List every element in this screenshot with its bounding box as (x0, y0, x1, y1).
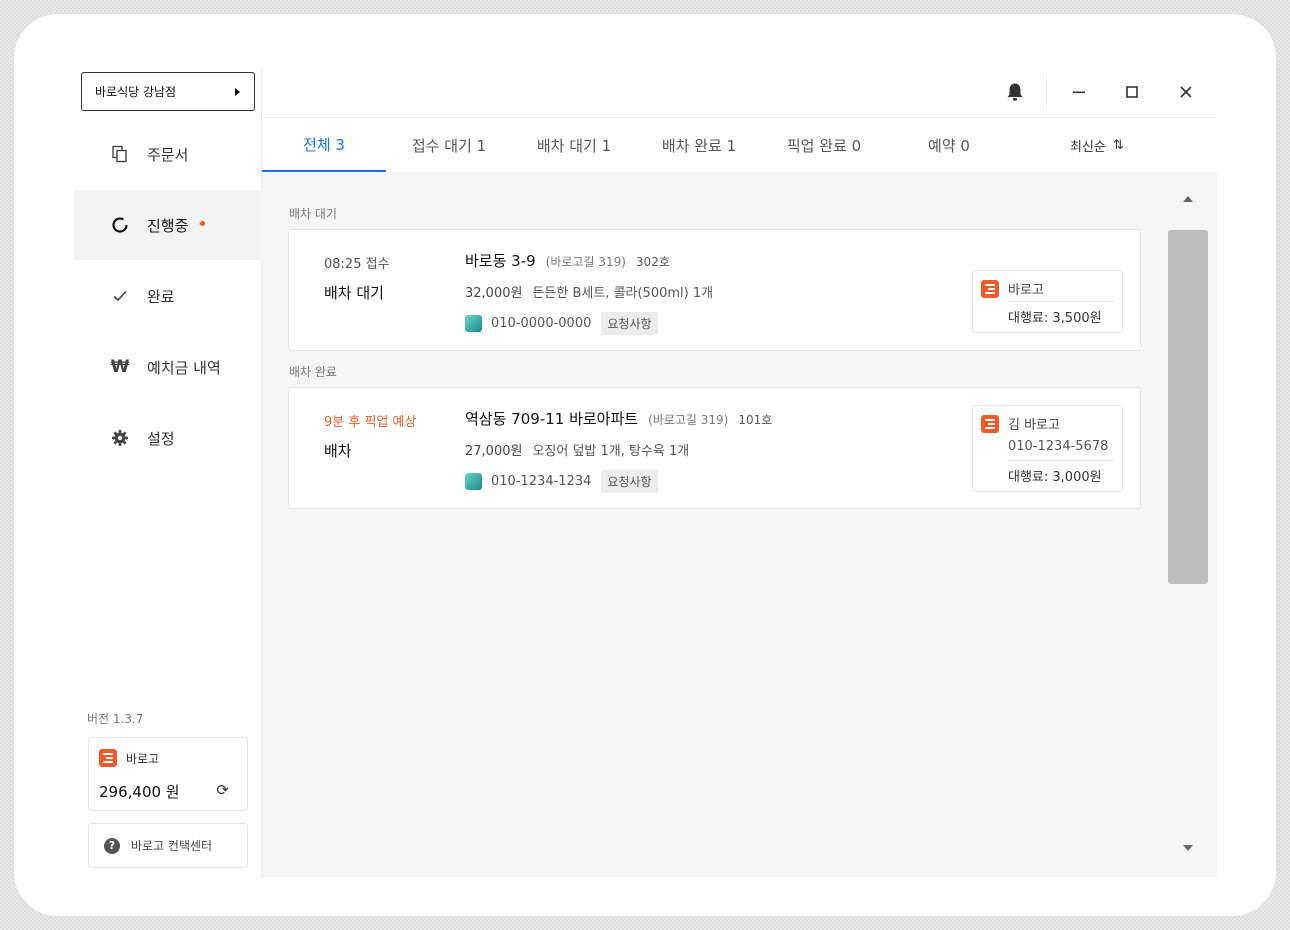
request-badge[interactable]: 요청사항 (601, 470, 658, 493)
won-icon: ₩ (110, 357, 130, 377)
order-card[interactable]: 08:25 접수 배차 대기 바로동 3-9 (바로고길 319) 302호 3… (288, 229, 1141, 351)
address-road: (바로고길 319) (648, 413, 729, 427)
order-items: 32,000원 든든한 B세트, 콜라(500ml) 1개 (465, 282, 713, 301)
rider-box: 바로고 대행료: 3,500원 (972, 270, 1123, 333)
version-label: 버전 1.3.7 (87, 712, 144, 726)
tab-dispatched[interactable]: 배차 완료 1 (637, 118, 761, 172)
order-card[interactable]: 9분 후 픽업 예상 배차 역삼동 709-11 바로아파트 (바로고길 319… (288, 387, 1141, 509)
rider-name: 김 바로고 (1008, 418, 1060, 433)
bell-icon[interactable] (995, 66, 1035, 118)
divider (1008, 301, 1114, 302)
order-price: 27,000원 (465, 444, 523, 459)
gear-icon (110, 428, 130, 448)
sort-label: 최신순 (1070, 139, 1106, 155)
address-road: (바로고길 319) (545, 255, 626, 269)
sidebar-item-label: 설정 (147, 429, 175, 448)
close-icon[interactable] (1166, 66, 1206, 118)
store-name: 바로식당 강남점 (95, 85, 177, 99)
caret-right-icon (235, 87, 240, 96)
barogo-logo-icon (981, 414, 999, 433)
section-title: 배차 완료 (289, 365, 337, 379)
order-address: 바로동 3-9 (바로고길 319) 302호 (465, 250, 670, 271)
barogo-logo-icon (981, 279, 999, 298)
divider (1008, 460, 1114, 461)
progress-icon (110, 215, 130, 235)
scroll-up-arrow[interactable] (1183, 196, 1193, 202)
sidebar-item-orders[interactable]: 주문서 (74, 119, 262, 189)
delivery-fee: 대행료: 3,500원 (1008, 311, 1102, 326)
order-address: 역삼동 709-11 바로아파트 (바로고길 319) 101호 (465, 408, 772, 429)
notification-dot (200, 221, 206, 226)
title-separator (1046, 74, 1047, 110)
address-main: 바로동 3-9 (465, 252, 536, 270)
delivery-fee: 대행료: 3,000원 (1008, 470, 1102, 485)
address-unit: 302호 (635, 255, 670, 269)
customer-phone: 010-0000-0000 (491, 316, 592, 331)
rider-phone: 010-1234-5678 (1008, 439, 1109, 454)
wallet-balance: 296,400 원 (99, 783, 180, 801)
status-tabs: 전체 3 접수 대기 1 배차 대기 1 배차 완료 1 픽업 완료 0 예약 … (262, 118, 1217, 172)
address-main: 역삼동 709-11 바로아파트 (465, 410, 639, 428)
wallet-brand: 바로고 (99, 749, 159, 767)
request-badge[interactable]: 요청사항 (601, 312, 658, 335)
maximize-icon[interactable] (1112, 66, 1152, 118)
support-button[interactable]: ? 바로고 컨택센터 (88, 823, 248, 868)
refresh-icon[interactable]: ⟳ (216, 781, 229, 799)
order-time: 08:25 접수 (324, 257, 390, 272)
rider-name: 바로고 (1008, 283, 1044, 298)
sidebar-item-completed[interactable]: 완료 (74, 261, 262, 331)
tab-all[interactable]: 전체 3 (262, 118, 386, 172)
sidebar-item-deposit[interactable]: ₩ 예치금 내역 (74, 332, 262, 402)
minimize-icon[interactable] (1059, 66, 1099, 118)
check-icon (110, 286, 130, 306)
sidebar-item-label: 예치금 내역 (147, 358, 221, 377)
rider-name-row: 김 바로고 (981, 414, 1060, 433)
sort-icon: ⇅ (1112, 137, 1124, 153)
order-status: 배차 (324, 442, 352, 460)
wallet-card: 바로고 296,400 원 ⟳ (88, 737, 248, 811)
sidebar-item-in-progress[interactable]: 진행중 (74, 190, 262, 260)
sidebar-item-label: 완료 (147, 287, 175, 306)
barogo-logo-icon (99, 749, 117, 767)
order-time: 9분 후 픽업 예상 (324, 415, 417, 430)
order-items: 27,000원 오징어 덮밥 1개, 탕수육 1개 (465, 440, 689, 459)
order-menu: 든든한 B세트, 콜라(500ml) 1개 (532, 286, 714, 301)
sidebar-item-settings[interactable]: 설정 (74, 403, 262, 473)
section-title: 배차 대기 (289, 207, 337, 221)
title-bar (262, 66, 1217, 118)
scrollbar-thumb[interactable] (1168, 230, 1208, 584)
tab-reserved[interactable]: 예약 0 (887, 118, 1011, 172)
customer-phone: 010-1234-1234 (491, 474, 592, 489)
sidebar-item-label: 주문서 (147, 145, 189, 164)
order-price: 32,000원 (465, 286, 523, 301)
order-list[interactable]: 배차 대기 08:25 접수 배차 대기 바로동 3-9 (바로고길 319) … (262, 172, 1217, 878)
support-label: 바로고 컨택센터 (131, 839, 213, 853)
wallet-brand-label: 바로고 (126, 751, 160, 766)
rider-name-row: 바로고 (981, 279, 1044, 298)
customer-contact: 010-0000-0000 요청사항 (465, 312, 658, 335)
tab-picked-up[interactable]: 픽업 완료 0 (762, 118, 886, 172)
order-app-icon (465, 315, 482, 332)
sidebar-item-label: 진행중 (147, 216, 189, 235)
tab-dispatch-waiting[interactable]: 배차 대기 1 (512, 118, 636, 172)
order-app-icon (465, 473, 482, 490)
copy-icon (110, 144, 130, 164)
store-selector[interactable]: 바로식당 강남점 (81, 72, 255, 111)
scroll-down-arrow[interactable] (1183, 845, 1193, 851)
order-status: 배차 대기 (324, 284, 384, 302)
address-unit: 101호 (738, 413, 773, 427)
tab-pending[interactable]: 접수 대기 1 (387, 118, 511, 172)
customer-contact: 010-1234-1234 요청사항 (465, 470, 658, 493)
help-icon: ? (104, 837, 120, 854)
sort-button[interactable]: 최신순 ⇅ (1070, 118, 1124, 172)
rider-box: 김 바로고 010-1234-5678 대행료: 3,000원 (972, 405, 1123, 492)
sidebar: 바로식당 강남점 주문서 진행중 완료 ₩ 예치금 내역 설정 버전 1.3.7 (74, 66, 262, 878)
order-menu: 오징어 덮밥 1개, 탕수육 1개 (532, 444, 690, 459)
